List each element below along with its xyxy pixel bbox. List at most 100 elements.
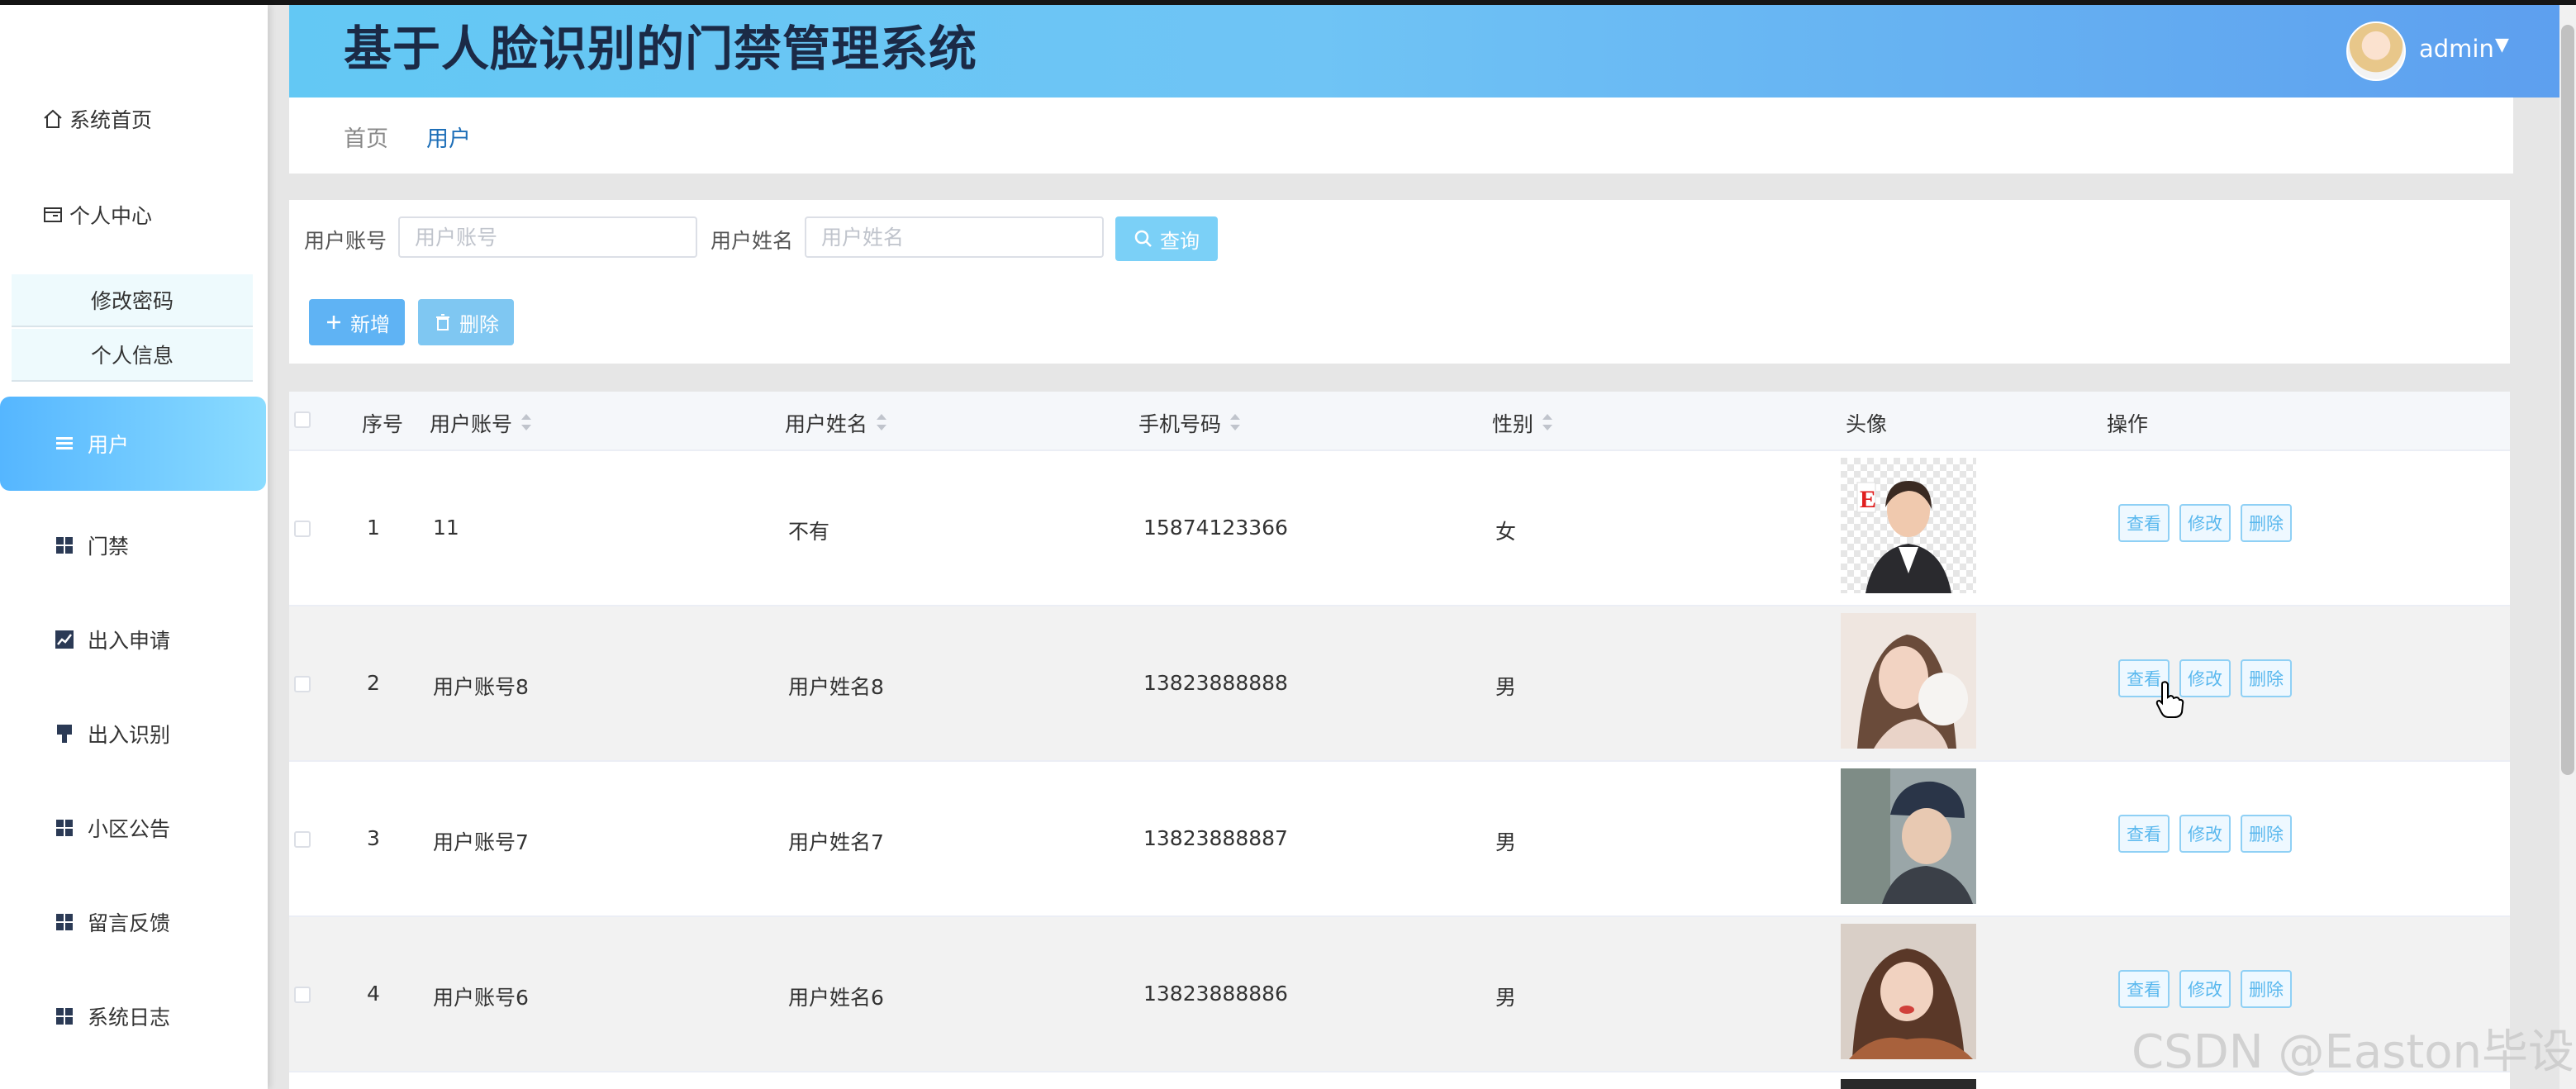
sidebar-item-entry-recognition[interactable]: 出入识别 [53,719,170,749]
plus-icon [327,316,340,329]
cell-phone: 13823888886 [1143,982,1288,1006]
sidebar: 系统首页 个人中心 修改密码 个人信息 用户 门禁 出入申请 出入识别 小区公告… [0,5,268,1089]
grid-icon [53,1005,76,1028]
view-button[interactable]: 查看 [2118,815,2170,853]
column-avatar: 头像 [1846,412,1888,436]
edit-button[interactable]: 修改 [2179,815,2231,853]
sort-icon[interactable] [876,414,887,432]
column-account[interactable]: 用户账号 [430,408,532,438]
row-checkbox[interactable] [294,831,311,848]
column-phone[interactable]: 手机号码 [1138,408,1241,438]
sidebar-item-home[interactable]: 系统首页 [41,104,152,134]
query-button[interactable]: 查询 [1115,216,1218,261]
avatar-photo[interactable] [1841,613,1976,749]
sidebar-item-label: 出入申请 [88,629,171,653]
pin-icon [53,722,76,745]
avatar-photo[interactable] [1841,924,1976,1059]
trash-icon [436,314,449,331]
sort-icon[interactable] [1229,414,1241,432]
chart-icon [53,628,76,651]
home-icon [41,107,64,131]
breadcrumb-home[interactable]: 首页 [344,121,388,153]
add-button[interactable]: 新增 [309,299,405,345]
chevron-down-icon[interactable]: ▼ [2495,35,2509,55]
header: 基于人脸识别的门禁管理系统 admin ▼ [289,5,2564,97]
cell-gender: 男 [1495,675,1517,699]
sidebar-item-entry-application[interactable]: 出入申请 [53,625,170,654]
sidebar-item-label: 用户 [88,433,130,457]
account-search-input[interactable] [398,216,697,258]
edit-button[interactable]: 修改 [2179,970,2231,1008]
cell-name: 用户姓名6 [788,986,884,1010]
scrollbar-thumb[interactable] [2561,25,2574,775]
cell-name: 不有 [788,520,830,544]
cell-phone: 13823888887 [1143,826,1288,850]
avatar-photo[interactable] [1841,768,1976,904]
sidebar-item-announcements[interactable]: 小区公告 [53,813,170,843]
table-row[interactable]: 1 11 不有 15874123366 女 E 查看 修改 删除 [289,451,2510,606]
view-button[interactable]: 查看 [2118,970,2170,1008]
cell-account: 用户账号6 [433,986,529,1010]
search-icon [1134,230,1152,247]
row-checkbox[interactable] [294,987,311,1003]
edit-button[interactable]: 修改 [2179,504,2231,542]
sidebar-item-access-control[interactable]: 门禁 [53,530,129,560]
table-header: 序号 用户账号 用户姓名 手机号码 性别 头像 操作 [289,392,2510,451]
cell-gender: 女 [1495,520,1517,544]
cell-name: 用户姓名7 [788,830,884,854]
cell-name: 用户姓名8 [788,675,884,699]
edit-button[interactable]: 修改 [2179,659,2231,697]
select-all-checkbox[interactable] [294,411,311,428]
cell-index: 4 [367,982,380,1006]
sidebar-item-feedback[interactable]: 留言反馈 [53,907,170,937]
cell-phone: 13823888888 [1143,671,1288,695]
sidebar-item-personal-center[interactable]: 个人中心 [41,200,152,230]
name-search-input[interactable] [805,216,1104,258]
sidebar-item-label: 个人中心 [69,204,153,228]
sidebar-item-label: 出入识别 [88,723,171,747]
user-menu[interactable]: admin [2419,35,2494,63]
account-label: 用户账号 [304,229,387,253]
delete-row-button[interactable]: 删除 [2241,504,2292,542]
row-checkbox[interactable] [294,676,311,692]
hand-cursor-icon [2155,681,2184,718]
sort-icon[interactable] [520,414,532,432]
grid-icon [53,534,76,557]
sidebar-item-label: 门禁 [88,535,130,559]
name-label: 用户姓名 [711,229,794,253]
view-button[interactable]: 查看 [2118,504,2170,542]
avatar-photo[interactable]: E [1841,458,1976,593]
row-checkbox[interactable] [294,521,311,537]
avatar[interactable] [2346,21,2406,81]
breadcrumb-current: 用户 [426,126,471,152]
column-name[interactable]: 用户姓名 [785,408,887,438]
sort-icon[interactable] [1542,414,1553,432]
delete-row-button[interactable]: 删除 [2241,659,2292,697]
column-actions: 操作 [2107,412,2149,436]
sidebar-subitem-change-password[interactable]: 修改密码 [12,274,253,327]
column-gender[interactable]: 性别 [1492,408,1553,438]
wallet-icon [41,203,64,226]
user-table: 序号 用户账号 用户姓名 手机号码 性别 头像 操作 1 11 不有 15874… [289,392,2510,1089]
delete-row-button[interactable]: 删除 [2241,815,2292,853]
delete-button[interactable]: 删除 [418,299,514,345]
page-title: 基于人脸识别的门禁管理系统 [344,21,978,77]
cell-account: 11 [433,516,459,540]
grid-icon [53,911,76,934]
svg-text:E: E [1860,486,1876,513]
sidebar-subitem-personal-info[interactable]: 个人信息 [12,329,253,382]
sidebar-item-system-log[interactable]: 系统日志 [53,1001,170,1031]
delete-row-button[interactable]: 删除 [2241,970,2292,1008]
column-index: 序号 [362,412,404,436]
table-row[interactable]: 3 用户账号7 用户姓名7 13823888887 男 查看 修改 删除 [289,762,2510,917]
cell-account: 用户账号7 [433,830,529,854]
search-panel: 用户账号 用户姓名 查询 新增 删除 [289,200,2510,364]
cell-gender: 男 [1495,830,1517,854]
cell-account: 用户账号8 [433,675,529,699]
avatar-photo[interactable] [1841,1079,1976,1089]
cell-index: 2 [367,671,380,695]
sidebar-item-users[interactable]: 用户 [0,397,266,491]
watermark: CSDN @Easton毕设 [2132,1025,2575,1079]
cell-phone: 15874123366 [1143,516,1288,540]
grid-icon [53,816,76,839]
